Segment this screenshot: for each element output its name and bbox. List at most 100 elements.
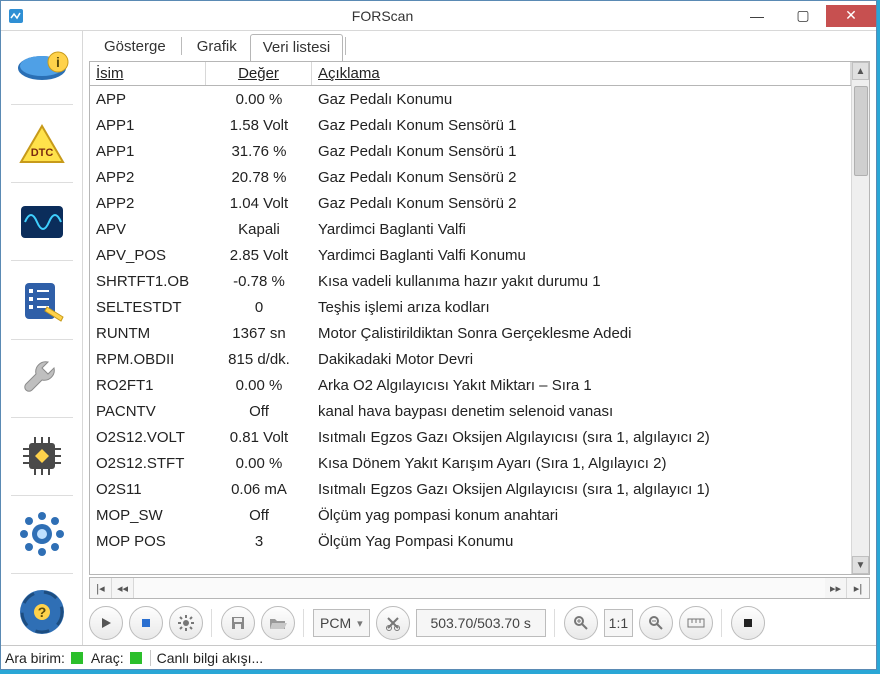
cell-name: RPM.OBDII — [90, 351, 206, 368]
col-header-value[interactable]: Değer — [206, 62, 312, 85]
cell-value: 2.85 Volt — [206, 247, 312, 264]
table-row[interactable]: O2S110.06 mAIsıtmalı Egzos Gazı Oksijen … — [90, 476, 851, 502]
toolbar-separator — [721, 609, 723, 637]
svg-text:?: ? — [37, 604, 46, 620]
scroll-thumb[interactable] — [854, 86, 868, 176]
table-row[interactable]: APP0.00 %Gaz Pedalı Konumu — [90, 86, 851, 112]
sidebar-separator — [11, 495, 73, 496]
table-row[interactable]: O2S12.VOLT0.81 VoltIsıtmalı Egzos Gazı O… — [90, 424, 851, 450]
stop-button[interactable] — [129, 606, 163, 640]
cell-name: O2S11 — [90, 481, 206, 498]
table-row[interactable]: APVKapaliYardimci Baglanti Valfi — [90, 216, 851, 242]
maximize-button[interactable]: ▢ — [780, 5, 826, 27]
grid-inner: İsim Değer Açıklama APP0.00 %Gaz Pedalı … — [90, 62, 851, 574]
table-row[interactable]: PACNTVOffkanal hava baypası denetim sele… — [90, 398, 851, 424]
cell-value: 31.76 % — [206, 143, 312, 160]
cell-desc: Gaz Pedalı Konumu — [312, 91, 851, 108]
cell-value: 0.81 Volt — [206, 429, 312, 446]
sidebar-item-tests[interactable] — [7, 267, 77, 332]
cell-desc: Gaz Pedalı Konum Sensörü 1 — [312, 143, 851, 160]
table-row[interactable]: RUNTM1367 snMotor Çalistirildiktan Sonra… — [90, 320, 851, 346]
scroll-up-button[interactable]: ▲ — [852, 62, 869, 80]
status-vehicle-label: Araç: — [91, 650, 124, 666]
marker-button[interactable] — [731, 606, 765, 640]
play-button[interactable] — [89, 606, 123, 640]
table-row[interactable]: APP131.76 %Gaz Pedalı Konum Sensörü 1 — [90, 138, 851, 164]
nav-next-button[interactable]: ▸▸ — [825, 578, 847, 598]
table-row[interactable]: RPM.OBDII815 d/dk.Dakikadaki Motor Devri — [90, 346, 851, 372]
col-header-name[interactable]: İsim — [90, 62, 206, 85]
cell-value: 815 d/dk. — [206, 351, 312, 368]
settings-button[interactable] — [169, 606, 203, 640]
zoom-in-button[interactable] — [564, 606, 598, 640]
module-dropdown[interactable]: PCM — [313, 609, 370, 637]
tab-gauge[interactable]: Gösterge — [91, 33, 179, 61]
cell-desc: Ölçüm Yag Pompasi Konumu — [312, 533, 851, 550]
table-row[interactable]: O2S12.STFT0.00 %Kısa Dönem Yakıt Karışım… — [90, 450, 851, 476]
cell-value: 0 — [206, 299, 312, 316]
window-buttons: — ▢ ✕ — [734, 5, 876, 27]
sidebar-item-oscilloscope[interactable] — [7, 189, 77, 254]
nav-track[interactable] — [134, 578, 825, 598]
table-row[interactable]: SHRTFT1.OB-0.78 %Kısa vadeli kullanıma h… — [90, 268, 851, 294]
table-row[interactable]: APP11.58 VoltGaz Pedalı Konum Sensörü 1 — [90, 112, 851, 138]
cell-desc: Teşhis işlemi arıza kodları — [312, 299, 851, 316]
cell-name: APP2 — [90, 169, 206, 186]
cell-desc: Gaz Pedalı Konum Sensörü 2 — [312, 195, 851, 212]
table-row[interactable]: MOP POS3Ölçüm Yag Pompasi Konumu — [90, 528, 851, 554]
cell-value: 0.00 % — [206, 91, 312, 108]
close-button[interactable]: ✕ — [826, 5, 876, 27]
sidebar-item-settings[interactable] — [7, 502, 77, 567]
sidebar-separator — [11, 339, 73, 340]
cell-value: 1.58 Volt — [206, 117, 312, 134]
ruler-button[interactable] — [679, 606, 713, 640]
cell-name: RO2FT1 — [90, 377, 206, 394]
cell-desc: Kısa vadeli kullanıma hazır yakıt durumu… — [312, 273, 851, 290]
sidebar-separator — [11, 573, 73, 574]
horizontal-nav: |◂ ◂◂ ▸▸ ▸| — [89, 577, 870, 599]
cell-desc: kanal hava baypası denetim selenoid vana… — [312, 403, 851, 420]
svg-text:DTC: DTC — [30, 147, 53, 159]
table-row[interactable]: SELTESTDT0Teşhis işlemi arıza kodları — [90, 294, 851, 320]
col-header-desc[interactable]: Açıklama — [312, 62, 851, 85]
tabs: Gösterge Grafik Veri listesi — [83, 31, 876, 61]
nav-last-button[interactable]: ▸| — [847, 578, 869, 598]
minimize-button[interactable]: — — [734, 5, 780, 27]
scroll-down-button[interactable]: ▼ — [852, 556, 869, 574]
svg-text:i: i — [56, 54, 60, 70]
grid-body[interactable]: APP0.00 %Gaz Pedalı KonumuAPP11.58 VoltG… — [90, 86, 851, 574]
cell-value: 0.00 % — [206, 377, 312, 394]
cell-value: 3 — [206, 533, 312, 550]
table-row[interactable]: APP21.04 VoltGaz Pedalı Konum Sensörü 2 — [90, 190, 851, 216]
cell-value: 1367 sn — [206, 325, 312, 342]
save-button[interactable] — [221, 606, 255, 640]
sidebar: i DTC — [1, 31, 83, 645]
sidebar-separator — [11, 182, 73, 183]
table-row[interactable]: APV_POS2.85 VoltYardimci Baglanti Valfi … — [90, 242, 851, 268]
cell-name: MOP POS — [90, 533, 206, 550]
titlebar: FORScan — ▢ ✕ — [1, 1, 876, 31]
sidebar-item-vehicle[interactable]: i — [7, 33, 77, 98]
tab-graph[interactable]: Grafik — [184, 33, 250, 61]
cell-desc: Ölçüm yag pompasi konum anahtari — [312, 507, 851, 524]
sidebar-item-service[interactable] — [7, 345, 77, 410]
cell-name: RUNTM — [90, 325, 206, 342]
cell-desc: Isıtmalı Egzos Gazı Oksijen Algılayıcısı… — [312, 429, 851, 446]
sidebar-item-chip[interactable] — [7, 424, 77, 489]
cell-desc: Dakikadaki Motor Devri — [312, 351, 851, 368]
tab-data-list[interactable]: Veri listesi — [250, 34, 344, 62]
table-row[interactable]: MOP_SWOffÖlçüm yag pompasi konum anahtar… — [90, 502, 851, 528]
cut-button[interactable] — [376, 606, 410, 640]
table-row[interactable]: RO2FT10.00 %Arka O2 Algılayıcısı Yakıt M… — [90, 372, 851, 398]
cell-desc: Gaz Pedalı Konum Sensörü 2 — [312, 169, 851, 186]
table-row[interactable]: APP220.78 %Gaz Pedalı Konum Sensörü 2 — [90, 164, 851, 190]
cell-value: 1.04 Volt — [206, 195, 312, 212]
vertical-scrollbar[interactable]: ▲ ▼ — [851, 62, 869, 574]
nav-first-button[interactable]: |◂ — [90, 578, 112, 598]
open-button[interactable] — [261, 606, 295, 640]
nav-prev-button[interactable]: ◂◂ — [112, 578, 134, 598]
cell-desc: Arka O2 Algılayıcısı Yakıt Miktarı – Sır… — [312, 377, 851, 394]
sidebar-item-dtc[interactable]: DTC — [7, 111, 77, 176]
sidebar-item-help[interactable]: ? — [7, 580, 77, 645]
zoom-out-button[interactable] — [639, 606, 673, 640]
